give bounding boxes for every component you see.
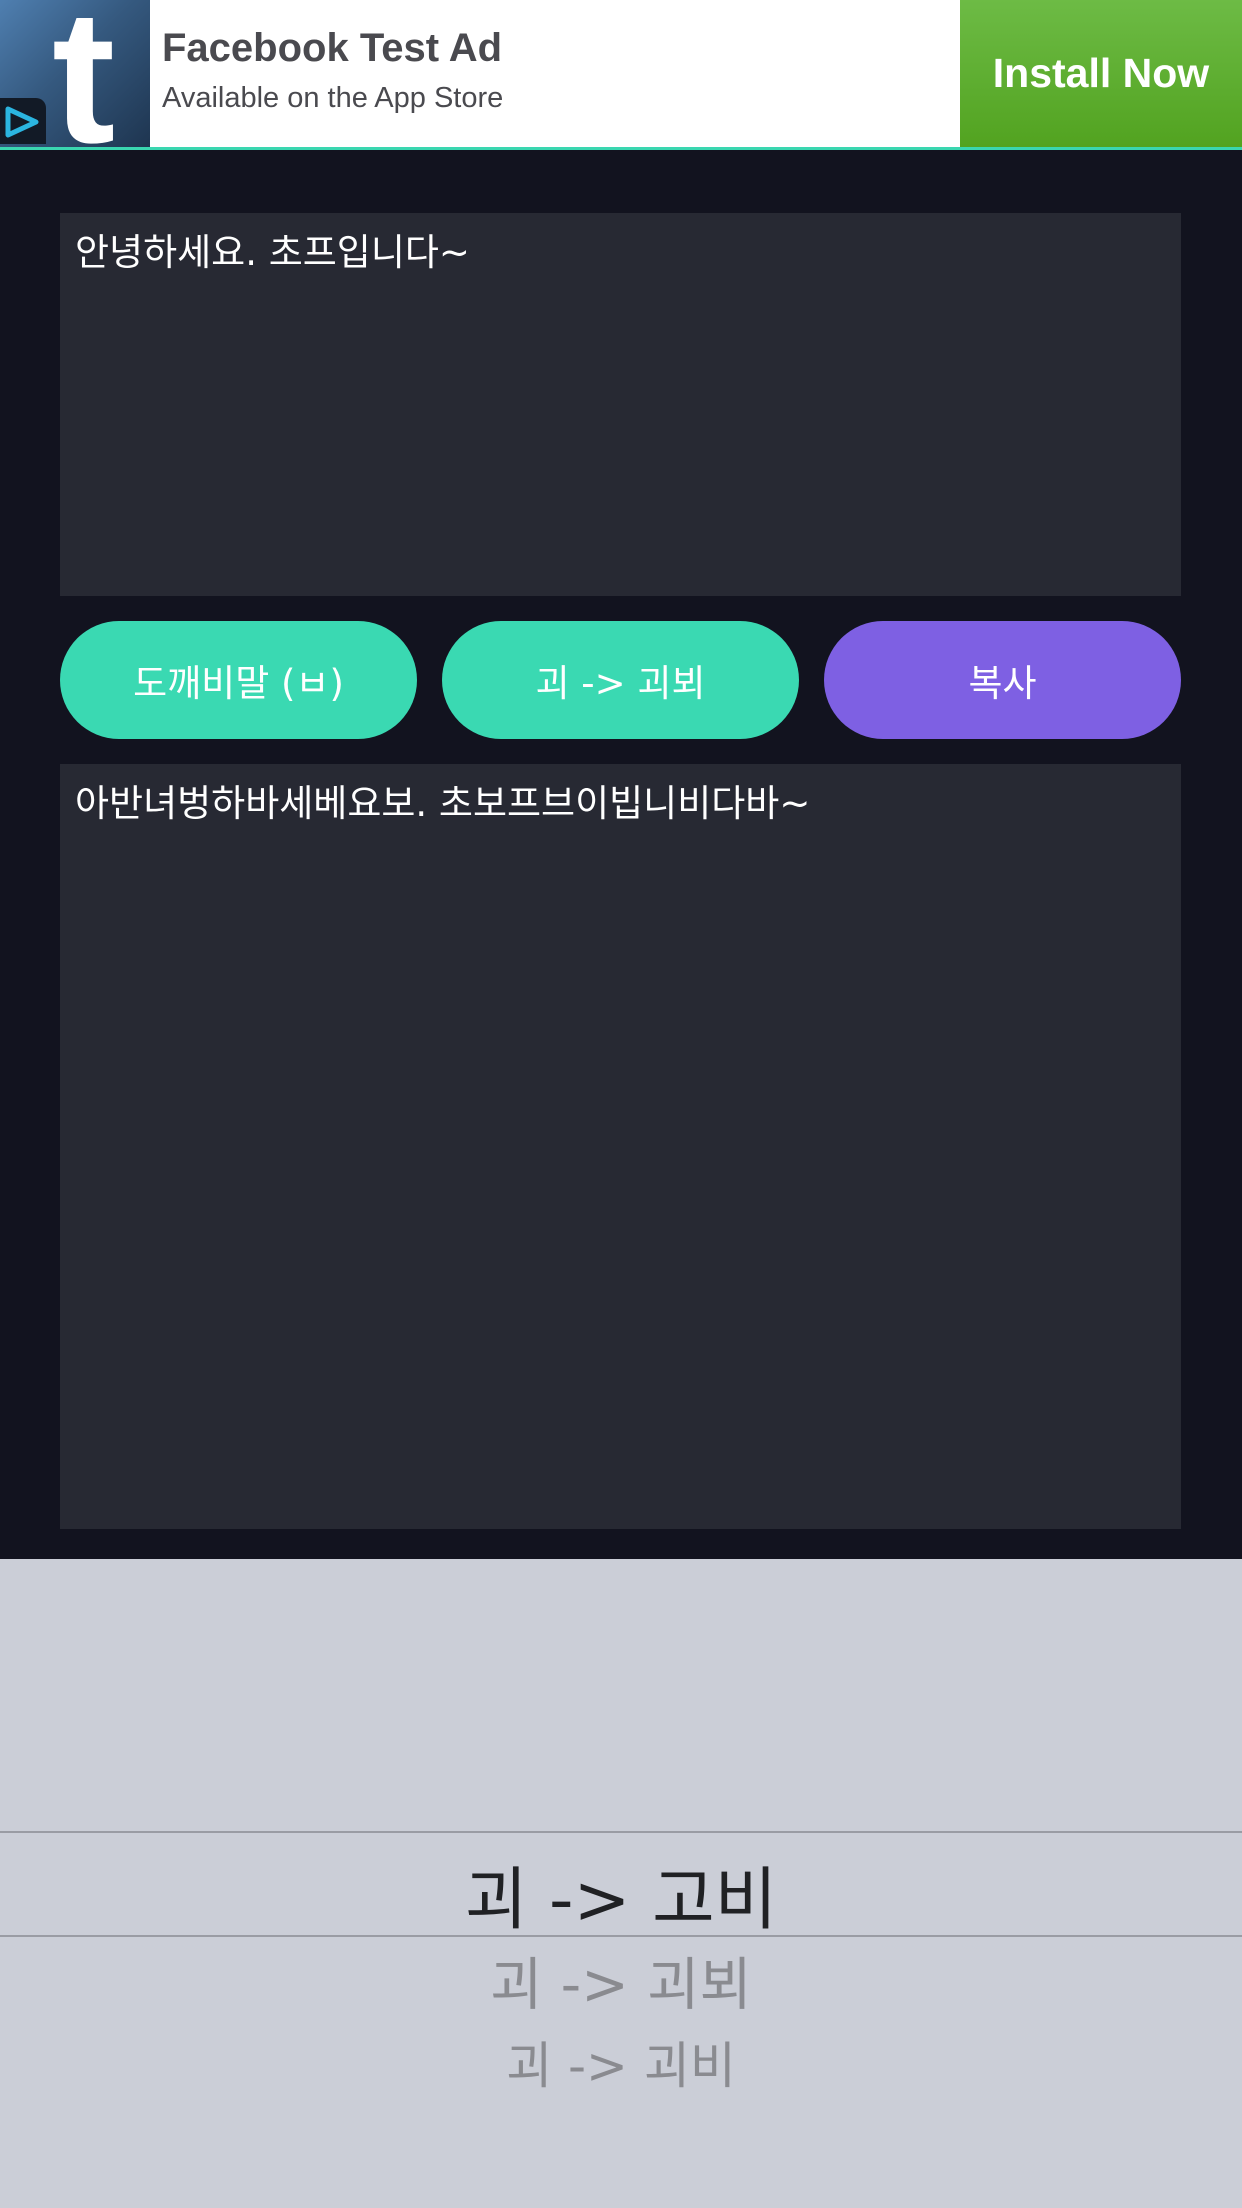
tumblr-logo-icon: t [52, 0, 116, 147]
copy-button[interactable]: 복사 [824, 621, 1181, 739]
input-textarea[interactable]: 안녕하세요. 초프입니다~ [60, 213, 1181, 596]
mode-picker[interactable]: 괴 -> 고비 괴 -> 괴뵈 괴 -> 괴비 [0, 1559, 1242, 2208]
picker-option[interactable]: 괴 -> 괴뵈 [0, 1939, 1242, 2021]
ad-title: Facebook Test Ad [162, 26, 503, 70]
picker-option-selected[interactable]: 괴 -> 고비 [0, 1844, 1242, 1943]
ad-banner[interactable]: t Facebook Test Ad Available on the App … [0, 0, 1242, 150]
output-textarea[interactable]: 아반녀벙하바세베요보. 초보프브이빕니비다바~ [60, 764, 1181, 1529]
picker-selection-top-line [0, 1831, 1242, 1833]
ad-app-icon[interactable]: t [0, 0, 150, 147]
dokkaebi-button[interactable]: 도깨비말 (ㅂ) [60, 621, 417, 739]
ad-choices-icon[interactable] [0, 98, 46, 144]
ad-subtitle: Available on the App Store [162, 82, 504, 114]
picker-option[interactable]: 괴 -> 괴비 [0, 2026, 1242, 2098]
install-now-button[interactable]: Install Now [960, 0, 1242, 147]
mode-button[interactable]: 괴 -> 괴뵈 [442, 621, 799, 739]
